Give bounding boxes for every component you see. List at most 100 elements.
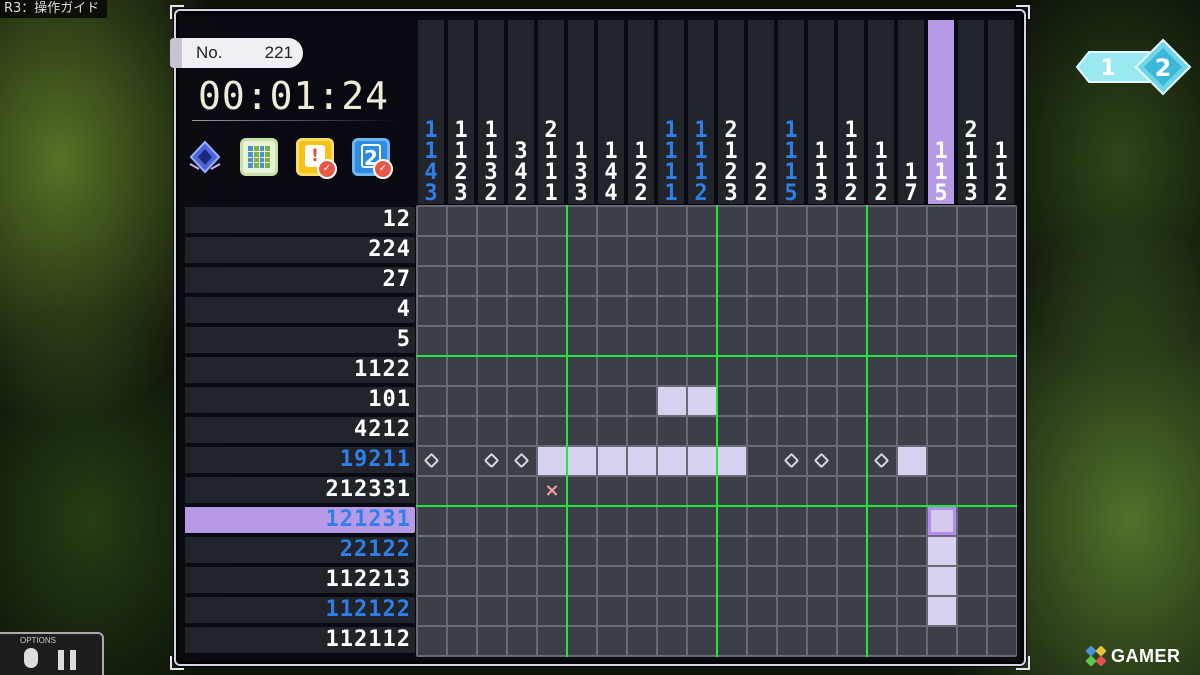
grid-cell[interactable]: [958, 447, 986, 475]
grid-cell[interactable]: [868, 267, 896, 295]
grid-cell[interactable]: [868, 597, 896, 625]
grid-cell[interactable]: [868, 567, 896, 595]
grid-cell[interactable]: [628, 627, 656, 655]
grid-cell-filled[interactable]: [568, 447, 596, 475]
grid-cell[interactable]: [868, 327, 896, 355]
grid-cell[interactable]: [418, 477, 446, 505]
grid-cell-filled[interactable]: [898, 447, 926, 475]
grid-cell[interactable]: [748, 327, 776, 355]
grid-cell[interactable]: [928, 207, 956, 235]
grid-cell[interactable]: [988, 447, 1016, 475]
grid-cell[interactable]: [988, 507, 1016, 535]
grid-cell[interactable]: [838, 267, 866, 295]
grid-cell[interactable]: [418, 597, 446, 625]
grid-cell[interactable]: [718, 507, 746, 535]
grid-cell[interactable]: [868, 477, 896, 505]
grid-cell[interactable]: [418, 327, 446, 355]
grid-cell[interactable]: [928, 417, 956, 445]
grid-cell[interactable]: [748, 267, 776, 295]
grid-cell[interactable]: [808, 267, 836, 295]
grid-cell[interactable]: [658, 327, 686, 355]
grid-cell[interactable]: [598, 357, 626, 385]
grid-cell[interactable]: [838, 567, 866, 595]
grid-cell[interactable]: [748, 297, 776, 325]
grid-cell[interactable]: [688, 207, 716, 235]
grid-cell[interactable]: [448, 537, 476, 565]
grid-cell[interactable]: [748, 507, 776, 535]
grid-cell-filled[interactable]: [928, 567, 956, 595]
grid-cell[interactable]: [448, 387, 476, 415]
grid-cell[interactable]: [838, 597, 866, 625]
grid-cell[interactable]: [988, 237, 1016, 265]
grid-cell[interactable]: [508, 477, 536, 505]
grid-cell[interactable]: [748, 417, 776, 445]
grid-cell[interactable]: [568, 417, 596, 445]
grid-cell[interactable]: [778, 537, 806, 565]
grid-cell[interactable]: [808, 537, 836, 565]
grid-cell[interactable]: [478, 237, 506, 265]
grid-cell[interactable]: [628, 507, 656, 535]
grid-cell[interactable]: [778, 207, 806, 235]
grid-cell[interactable]: [958, 417, 986, 445]
grid-cell[interactable]: [778, 567, 806, 595]
grid-cell[interactable]: [958, 477, 986, 505]
grid-cell[interactable]: [988, 567, 1016, 595]
grid-cell[interactable]: [478, 417, 506, 445]
grid-cell[interactable]: [688, 507, 716, 535]
grid-cell[interactable]: [898, 207, 926, 235]
grid-cell-filled[interactable]: [628, 447, 656, 475]
grid-cell[interactable]: [958, 387, 986, 415]
grid-cell-filled[interactable]: [718, 447, 746, 475]
grid-cell[interactable]: [598, 627, 626, 655]
grid-cell[interactable]: [658, 567, 686, 595]
grid-cell[interactable]: [718, 327, 746, 355]
grid-cell[interactable]: [598, 507, 626, 535]
grid-cell[interactable]: [598, 387, 626, 415]
grid-cell[interactable]: [958, 537, 986, 565]
grid-cell[interactable]: [688, 567, 716, 595]
grid-cell[interactable]: [838, 477, 866, 505]
grid-cell[interactable]: [418, 567, 446, 595]
grid-cell[interactable]: [538, 297, 566, 325]
grid-cell[interactable]: [628, 207, 656, 235]
grid-cell[interactable]: [808, 417, 836, 445]
grid-cell[interactable]: [688, 417, 716, 445]
grid-cell[interactable]: [808, 207, 836, 235]
grid-cell[interactable]: [718, 567, 746, 595]
grid-cell-dot[interactable]: [418, 447, 446, 475]
grid-cell[interactable]: [838, 507, 866, 535]
grid-cell[interactable]: [538, 207, 566, 235]
grid-cell[interactable]: [808, 387, 836, 415]
grid-cell[interactable]: [688, 237, 716, 265]
grid-cell[interactable]: [658, 597, 686, 625]
grid-cell[interactable]: [958, 357, 986, 385]
grid-cell[interactable]: [748, 597, 776, 625]
grid-cell[interactable]: [448, 207, 476, 235]
grid-cell[interactable]: [688, 327, 716, 355]
grid-cell[interactable]: [418, 387, 446, 415]
grid-cell[interactable]: [568, 597, 596, 625]
options-button[interactable]: OPTIONS: [0, 632, 104, 675]
grid-cell[interactable]: [988, 327, 1016, 355]
grid-cell[interactable]: [478, 537, 506, 565]
grid-cell-filled[interactable]: [598, 447, 626, 475]
grid-cell[interactable]: [448, 567, 476, 595]
grid-cell[interactable]: [808, 597, 836, 625]
grid-cell[interactable]: [538, 417, 566, 445]
grid-cell[interactable]: [538, 567, 566, 595]
grid-cell[interactable]: [988, 387, 1016, 415]
grid-cell[interactable]: [478, 207, 506, 235]
grid-cell[interactable]: [418, 537, 446, 565]
grid-cell[interactable]: [478, 387, 506, 415]
grid-cell[interactable]: [538, 327, 566, 355]
grid-cell[interactable]: [658, 297, 686, 325]
grid-cell[interactable]: [778, 387, 806, 415]
grid-cell[interactable]: [958, 627, 986, 655]
grid-cell[interactable]: [958, 507, 986, 535]
grid-cell[interactable]: [928, 267, 956, 295]
grid-cell[interactable]: [598, 297, 626, 325]
grid-cell[interactable]: [568, 237, 596, 265]
mistake-alert-tool[interactable]: ! ✓: [296, 138, 337, 179]
grid-cell[interactable]: [628, 567, 656, 595]
grid-cell[interactable]: [838, 417, 866, 445]
